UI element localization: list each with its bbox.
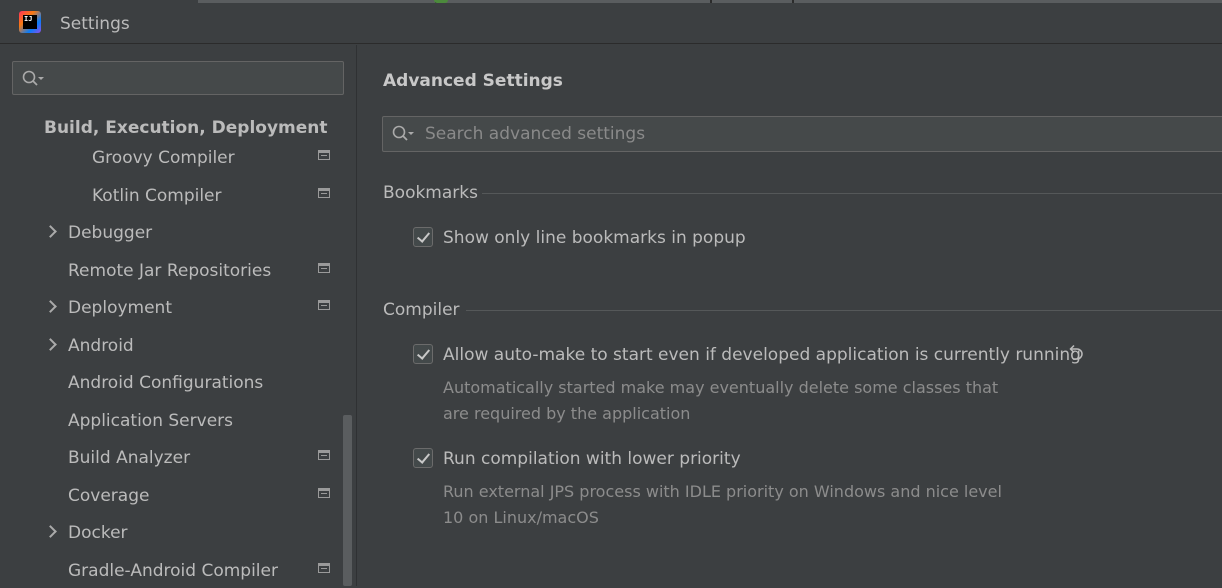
description-line: 10 on Linux/macOS <box>443 508 599 527</box>
section-divider <box>482 193 1222 194</box>
option-label: Run compilation with lower priority <box>443 449 741 469</box>
settings-sidebar: Build, Execution, Deployment Groovy Comp… <box>0 45 357 586</box>
project-settings-icon <box>318 488 330 498</box>
description-line: Run external JPS process with IDLE prior… <box>443 482 1002 501</box>
tree-item-deployment[interactable]: Deployment <box>68 291 172 325</box>
window-title: Settings <box>60 14 130 34</box>
option-description: Run external JPS process with IDLE prior… <box>443 479 1033 531</box>
background-window-strip <box>198 0 1222 3</box>
tree-item-groovy-compiler[interactable]: Groovy Compiler <box>92 141 235 175</box>
section-header-compiler: Compiler <box>383 300 460 320</box>
intellij-logo-icon: IJ <box>19 11 41 33</box>
checkbox-show-line-bookmarks[interactable] <box>413 227 433 247</box>
tree-item-gradle-android-compiler[interactable]: Gradle-Android Compiler <box>68 554 278 588</box>
project-settings-icon <box>318 450 330 460</box>
title-bar: IJ Settings <box>0 0 1222 44</box>
chevron-right-icon[interactable] <box>45 515 57 549</box>
page-title: Advanced Settings <box>383 71 563 91</box>
description-line: Automatically started make may eventuall… <box>443 378 999 397</box>
tree-item-debugger[interactable]: Debugger <box>68 216 152 250</box>
tree-item-remote-jar-repositories[interactable]: Remote Jar Repositories <box>68 254 271 288</box>
reset-to-default-icon[interactable] <box>1065 343 1085 363</box>
project-settings-icon <box>318 563 330 573</box>
section-divider <box>466 310 1222 311</box>
description-line: are required by the application <box>443 404 691 423</box>
logo-text: IJ <box>23 15 37 29</box>
chevron-right-icon[interactable] <box>45 215 57 249</box>
tree-item-kotlin-compiler[interactable]: Kotlin Compiler <box>92 179 222 213</box>
option-label: Show only line bookmarks in popup <box>443 228 746 248</box>
sidebar-scrollbar[interactable] <box>343 415 352 586</box>
project-settings-icon <box>318 188 330 198</box>
tree-item-coverage[interactable]: Coverage <box>68 479 149 513</box>
chevron-right-icon[interactable] <box>45 290 57 324</box>
project-settings-icon <box>318 150 330 160</box>
search-input[interactable] <box>425 117 1215 151</box>
checkbox-run-compilation-lower-priority[interactable] <box>413 448 433 468</box>
advanced-settings-search[interactable] <box>382 116 1222 152</box>
search-icon <box>392 125 414 141</box>
checkbox-allow-auto-make[interactable] <box>413 344 433 364</box>
advanced-settings-panel: Advanced Settings Bookmarks Show only li… <box>358 45 1222 586</box>
project-settings-icon <box>318 263 330 273</box>
tree-item-application-servers[interactable]: Application Servers <box>68 404 233 438</box>
tree-item-docker[interactable]: Docker <box>68 516 128 550</box>
chevron-right-icon[interactable] <box>45 328 57 362</box>
tree-item-build-analyzer[interactable]: Build Analyzer <box>68 441 190 475</box>
settings-tree: Build, Execution, Deployment Groovy Comp… <box>0 45 357 586</box>
section-header-bookmarks: Bookmarks <box>383 183 478 203</box>
project-settings-icon <box>318 300 330 310</box>
option-description: Automatically started make may eventuall… <box>443 375 1033 427</box>
tree-item-android[interactable]: Android <box>68 329 134 363</box>
option-label: Allow auto-make to start even if develop… <box>443 345 1081 365</box>
tree-item-android-configurations[interactable]: Android Configurations <box>68 366 263 400</box>
tree-item-build-execution-deployment[interactable]: Build, Execution, Deployment <box>44 111 328 145</box>
